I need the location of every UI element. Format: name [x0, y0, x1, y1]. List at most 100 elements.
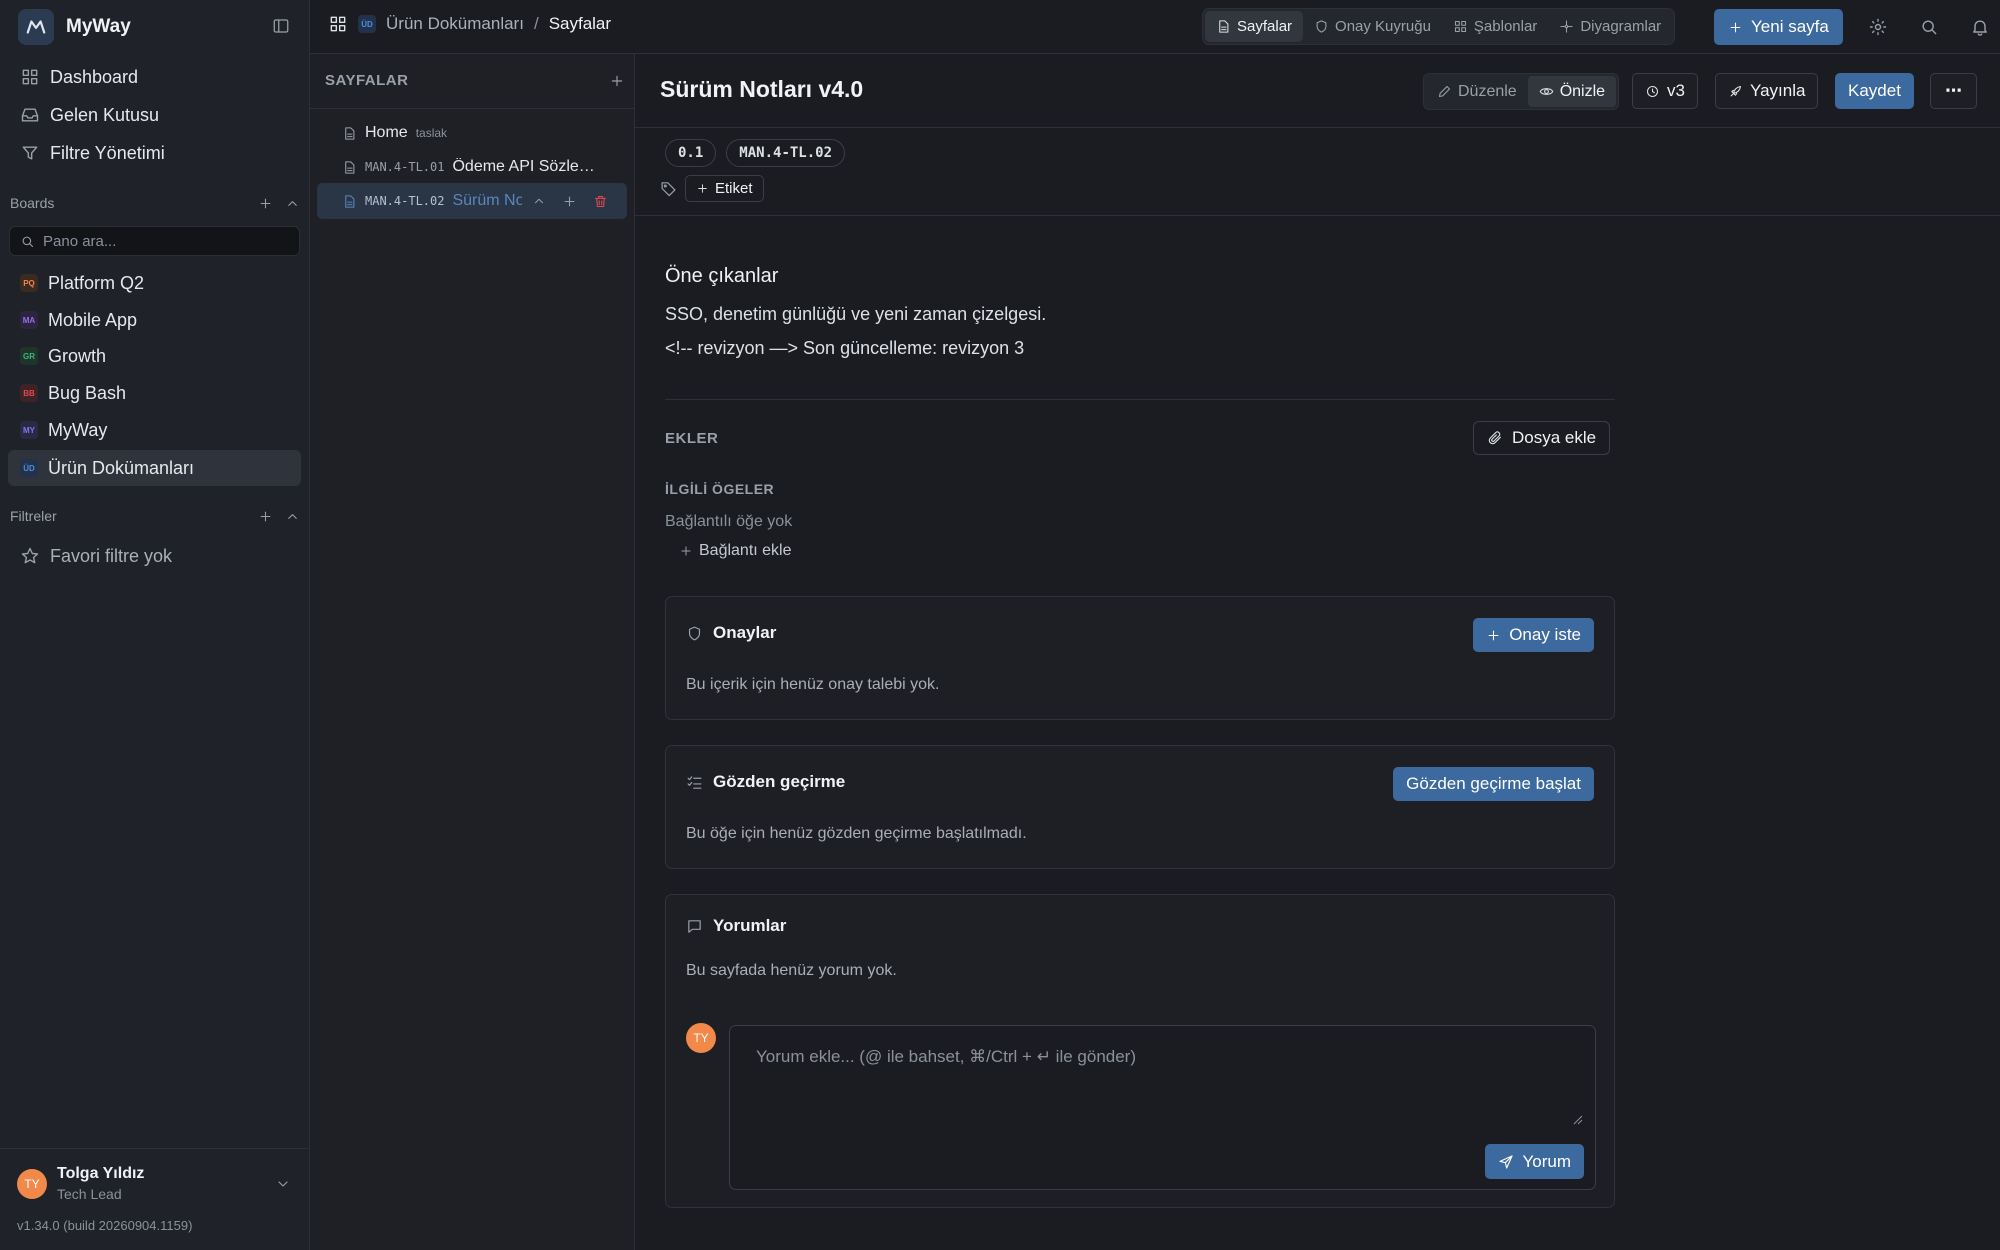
approvals-header: Onaylar	[686, 623, 776, 643]
sidebar-toggle-icon[interactable]	[272, 17, 290, 35]
apps-grid-icon[interactable]	[328, 14, 348, 34]
board-label: Growth	[48, 345, 107, 366]
start-review-button[interactable]: Gözden geçirme başlat	[1393, 767, 1594, 801]
nav-inbox[interactable]: Gelen Kutusu	[8, 97, 301, 133]
grid-icon	[22, 69, 38, 85]
boards-section-header: Boards	[10, 195, 300, 211]
user-menu[interactable]: TY Tolga Yıldız Tech Lead v1.34.0 (build…	[0, 1148, 310, 1250]
attach-file-button[interactable]: Dosya ekle	[1473, 421, 1611, 455]
checklist-icon	[687, 775, 702, 789]
brand[interactable]: MyWay	[18, 8, 131, 46]
version-history-button[interactable]: v3	[1632, 73, 1698, 109]
content-paragraph: SSO, denetim günlüğü ve yeni zaman çizel…	[665, 304, 1047, 324]
search-icon[interactable]	[1919, 17, 1939, 37]
chevron-up-icon[interactable]	[285, 509, 300, 524]
add-filter-icon[interactable]	[258, 509, 273, 524]
trash-icon[interactable]	[593, 194, 608, 209]
version-pill: 0.1	[665, 139, 717, 167]
add-link-button[interactable]: Bağlantı ekle	[679, 542, 792, 560]
no-favorite-filters: Favori filtre yok	[8, 538, 301, 574]
board-label: Bug Bash	[48, 382, 127, 403]
add-page-icon[interactable]	[609, 73, 625, 89]
tab-diagrams[interactable]: Diyagramlar	[1548, 11, 1672, 42]
chevron-up-icon[interactable]	[285, 196, 300, 211]
send-comment-button[interactable]: Yorum	[1485, 1144, 1584, 1179]
app-name: MyWay	[66, 16, 131, 37]
board-item-growth[interactable]: GR Growth	[8, 338, 301, 374]
publish-button[interactable]: Yayınla	[1715, 73, 1819, 109]
review-empty: Bu öğe için henüz gözden geçirme başlatı…	[686, 825, 1027, 842]
logo-icon	[18, 9, 54, 45]
add-tag-button[interactable]: Etiket	[685, 175, 764, 202]
save-label: Kaydet	[1848, 81, 1901, 100]
user-role: Tech Lead	[57, 1186, 122, 1202]
gear-icon[interactable]	[1868, 17, 1888, 37]
comment-icon	[688, 919, 701, 933]
tab-pages[interactable]: Sayfalar	[1205, 11, 1304, 42]
comments-card: Yorumlar Bu sayfada henüz yorum yok. TY …	[665, 894, 1615, 1208]
board-label: MyWay	[48, 419, 108, 440]
board-search-input[interactable]	[43, 232, 293, 250]
board-item-urun-dokumanlari[interactable]: ÜD Ürün Dokümanları	[8, 450, 301, 486]
resize-handle-icon[interactable]	[1573, 1115, 1583, 1125]
preview-label: Önizle	[1559, 82, 1606, 100]
review-card: Gözden geçirme Gözden geçirme başlat Bu …	[665, 745, 1615, 869]
breadcrumb-project[interactable]: Ürün Dokümanları	[386, 14, 524, 34]
sidebar: MyWay Dashboard Gelen Kutusu Filtre Yöne…	[0, 0, 310, 1250]
pages-panel: SAYFALAR Home taslak MAN.4-TL.01 Ödeme A…	[310, 54, 635, 1250]
review-title: Gözden geçirme	[713, 772, 846, 791]
plus-icon	[681, 546, 691, 556]
page-title: Home	[365, 124, 408, 141]
chevron-down-icon[interactable]	[275, 1176, 291, 1192]
board-item-mobile-app[interactable]: MA Mobile App	[8, 302, 301, 338]
boards-title: Boards	[10, 195, 55, 211]
board-label: Ürün Dokümanları	[48, 457, 195, 478]
new-page-button[interactable]: Yeni sayfa	[1714, 9, 1843, 45]
tab-approval-queue[interactable]: Onay Kuyruğu	[1303, 11, 1442, 42]
file-icon	[345, 160, 355, 174]
nav-filter-management[interactable]: Filtre Yönetimi	[8, 135, 301, 171]
board-search[interactable]	[9, 226, 300, 256]
pencil-icon	[1438, 85, 1451, 98]
page-tree-item-home[interactable]: Home taslak	[317, 115, 627, 151]
content-heading: Öne çıkanlar	[665, 265, 779, 287]
chevron-up-icon[interactable]	[532, 194, 546, 208]
comments-header: Yorumlar	[686, 916, 786, 936]
tab-label: Onay Kuyruğu	[1335, 18, 1431, 35]
board-badge: GR	[20, 347, 38, 365]
board-badge: BB	[20, 384, 38, 402]
new-page-label: Yeni sayfa	[1751, 17, 1829, 36]
page-tree-item-surum-notlari[interactable]: MAN.4-TL.02 Sürüm Notları v4.0	[317, 183, 627, 219]
save-button[interactable]: Kaydet	[1835, 73, 1914, 109]
document-header: Sürüm Notları v4.0 Düzenle Önizle v3 Yay…	[635, 54, 2000, 128]
approvals-card: Onaylar Onay iste Bu içerik için henüz o…	[665, 596, 1615, 720]
more-options-button[interactable]: ⋯	[1930, 73, 1977, 109]
pages-title: SAYFALAR	[325, 72, 409, 89]
board-item-platform-q2[interactable]: PQ Platform Q2	[8, 265, 301, 301]
nav-dashboard[interactable]: Dashboard	[8, 59, 301, 95]
tag-icon	[661, 182, 676, 197]
more-icon: ⋯	[1945, 81, 1962, 100]
add-board-icon[interactable]	[258, 196, 273, 211]
star-icon	[21, 547, 39, 564]
board-item-myway[interactable]: MY MyWay	[8, 412, 301, 448]
tab-templates[interactable]: Şablonlar	[1442, 11, 1548, 42]
filters-title: Filtreler	[10, 508, 57, 524]
edit-button[interactable]: Düzenle	[1426, 76, 1528, 107]
approvals-title: Onaylar	[713, 623, 777, 642]
comment-input[interactable]	[731, 1027, 1594, 1131]
page-tree-item-odeme-api[interactable]: MAN.4-TL.01 Ödeme API Sözleşmesi	[317, 149, 627, 185]
start-review-label: Gözden geçirme başlat	[1406, 774, 1581, 793]
board-item-bug-bash[interactable]: BB Bug Bash	[8, 375, 301, 411]
user-name: Tolga Yıldız	[57, 1165, 145, 1182]
nav-label: Dashboard	[50, 66, 139, 87]
add-subpage-icon[interactable]	[562, 194, 577, 209]
request-approval-button[interactable]: Onay iste	[1473, 618, 1594, 652]
avatar: TY	[686, 1023, 716, 1053]
comments-title: Yorumlar	[713, 916, 787, 935]
preview-button[interactable]: Önizle	[1527, 76, 1617, 107]
plus-icon	[1488, 630, 1499, 640]
filters-section-header: Filtreler	[10, 508, 300, 524]
grid-icon	[1454, 20, 1466, 33]
bell-icon[interactable]	[1970, 17, 1990, 37]
